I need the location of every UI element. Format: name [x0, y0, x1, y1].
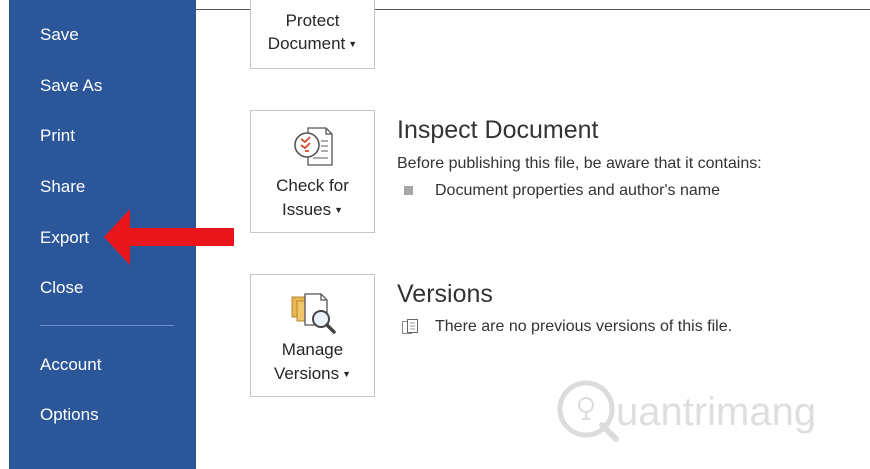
backstage-view: Save Save As Print Share Export Close Ac… — [0, 0, 870, 469]
chevron-down-icon: ▼ — [342, 369, 352, 380]
sidebar-item-account[interactable]: Account — [40, 355, 101, 375]
red-left-arrow-icon — [104, 209, 234, 265]
sidebar-item-save-as[interactable]: Save As — [40, 76, 102, 96]
manage-versions-label-line1: Manage — [281, 340, 344, 359]
sidebar-item-close[interactable]: Close — [40, 278, 83, 298]
bullet-square-icon — [404, 186, 413, 195]
inspect-document-title: Inspect Document — [397, 116, 599, 144]
manage-versions-button[interactable]: Manage Versions ▼ — [250, 274, 375, 397]
quantrimang-watermark-logo: uantrimang — [557, 380, 816, 442]
inspect-document-bullet: Document properties and author's name — [435, 182, 720, 199]
sidebar-item-options[interactable]: Options — [40, 405, 99, 425]
sidebar-item-save[interactable]: Save — [40, 25, 79, 45]
versions-title: Versions — [397, 280, 493, 308]
svg-text:uantrimang: uantrimang — [616, 390, 816, 434]
chevron-down-icon: ▼ — [334, 205, 344, 216]
sidebar-item-share[interactable]: Share — [40, 177, 85, 197]
sidebar-item-print[interactable]: Print — [40, 126, 75, 146]
check-for-issues-button[interactable]: Check for Issues ▼ — [250, 110, 375, 233]
check-for-issues-label-line2: Issues ▼ — [281, 200, 344, 219]
manage-versions-label-line2: Versions ▼ — [273, 364, 352, 383]
manage-versions-icon — [291, 293, 336, 334]
sidebar-divider — [40, 325, 174, 326]
inspect-document-description: Before publishing this file, be aware th… — [397, 155, 762, 172]
versions-text: There are no previous versions of this f… — [435, 318, 733, 335]
chevron-down-icon: ▼ — [348, 39, 358, 50]
protect-document-label-line2: Document ▼ — [267, 34, 358, 53]
protect-document-button[interactable]: Protect Document ▼ — [250, 0, 375, 69]
sidebar-item-export[interactable]: Export — [40, 228, 89, 248]
inspect-document-icon — [294, 127, 333, 166]
document-pages-icon — [402, 319, 418, 334]
protect-document-label-line1: Protect — [285, 11, 340, 30]
check-for-issues-label-line1: Check for — [276, 176, 349, 195]
